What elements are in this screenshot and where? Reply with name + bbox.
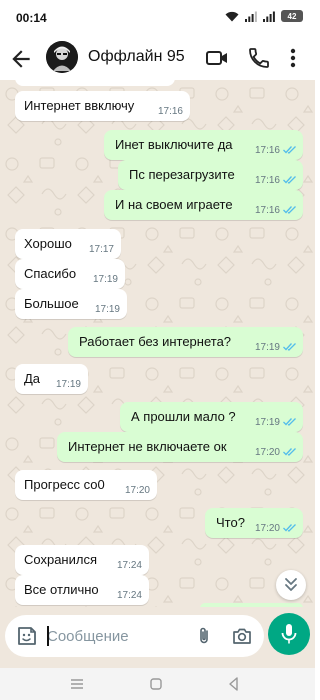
message-outgoing[interactable]: И на своем играете 17:16 — [104, 190, 303, 220]
double-check-icon — [283, 176, 296, 184]
message-incoming[interactable]: Все отлично 17:24 — [15, 575, 149, 605]
message-time: 17:24 — [116, 590, 142, 601]
message-outgoing[interactable]: Что? 17:20 — [205, 508, 303, 538]
message-text: А прошли мало ? — [131, 409, 236, 424]
message-input[interactable] — [47, 624, 187, 648]
system-navigation-bar — [0, 668, 315, 700]
message-text: Да — [24, 371, 41, 386]
message-text: Все отлично — [24, 582, 99, 597]
message-incoming[interactable]: Сохранился 17:24 — [15, 545, 149, 575]
avatar-image — [46, 41, 78, 73]
message-text: Что? — [216, 515, 245, 530]
message-text: И на своем играете — [115, 197, 233, 212]
arrow-left-icon[interactable] — [8, 46, 34, 72]
message-text: Спасибо — [24, 266, 77, 281]
message-outgoing[interactable]: Работает без интернета? 17:19 — [68, 327, 303, 357]
home-icon[interactable] — [146, 674, 166, 694]
text-caret — [47, 626, 49, 646]
double-check-icon — [283, 448, 296, 456]
status-bar: 00:14 42 — [0, 0, 315, 36]
phone-icon[interactable] — [247, 46, 271, 70]
message-time: 17:19 — [254, 417, 280, 428]
scroll-down-button[interactable] — [276, 570, 306, 600]
message-text: Интернет ввключу — [24, 98, 135, 113]
status-time: 00:14 — [16, 11, 47, 25]
message-incoming[interactable]: Спасибо 17:19 — [15, 259, 125, 289]
double-check-icon — [283, 418, 296, 426]
chat-area[interactable]: Интернет ввключу 17:16 Инет выключите да… — [0, 80, 315, 607]
input-bar — [0, 607, 315, 668]
message-time: 17:20 — [254, 447, 280, 458]
message-text: Интернет не включаете ок — [68, 439, 227, 454]
video-camera-icon[interactable] — [205, 46, 229, 70]
message-time: 17:19 — [55, 379, 81, 390]
message-incoming[interactable]: Большое 17:19 — [15, 289, 127, 319]
message-text: Прогресс со0 — [24, 477, 105, 492]
chat-header: Оффлайн 95 — [0, 36, 315, 80]
message-time: 17:16 — [254, 145, 280, 156]
more-vertical-icon[interactable] — [283, 46, 303, 70]
status-icons: 42 — [225, 10, 303, 22]
paperclip-icon[interactable] — [194, 626, 214, 646]
message-time: 17:19 — [92, 274, 118, 285]
message-incoming[interactable]: Прогресс со0 17:20 — [15, 470, 157, 500]
message-text: Пс перезагрузите — [129, 167, 235, 182]
recent-apps-icon[interactable] — [67, 674, 87, 694]
microphone-icon — [281, 624, 297, 644]
message-text: Хорошо — [24, 236, 72, 251]
message-time: 17:19 — [254, 342, 280, 353]
message-time: 17:16 — [157, 106, 183, 117]
battery-indicator: 42 — [281, 10, 303, 22]
camera-icon[interactable] — [231, 625, 253, 647]
double-check-icon — [283, 206, 296, 214]
message-time: 17:17 — [88, 244, 114, 255]
message-time: 17:20 — [124, 485, 150, 496]
signal-icon-1 — [245, 11, 257, 22]
message-time: 17:24 — [116, 560, 142, 571]
signal-icon-2 — [263, 11, 275, 22]
nav-back-icon[interactable] — [224, 674, 244, 694]
message-incoming[interactable]: Да 17:19 — [15, 364, 88, 394]
double-check-icon — [283, 343, 296, 351]
contact-name[interactable]: Оффлайн 95 — [88, 48, 185, 66]
double-chevron-down-icon — [285, 578, 297, 591]
wifi-icon — [225, 11, 239, 21]
partial-message-top — [15, 80, 175, 86]
message-text: Инет выключите да — [115, 137, 233, 152]
message-incoming[interactable]: Хорошо 17:17 — [15, 229, 121, 259]
message-text: Работает без интернета? — [79, 334, 232, 349]
sticker-icon[interactable] — [16, 625, 38, 647]
message-time: 17:16 — [254, 205, 280, 216]
message-text: Сохранился — [24, 552, 97, 567]
message-outgoing[interactable]: А прошли мало ? 17:19 — [120, 402, 303, 432]
double-check-icon — [283, 524, 296, 532]
voice-message-button[interactable] — [268, 613, 310, 655]
double-check-icon — [283, 146, 296, 154]
message-time: 17:20 — [254, 523, 280, 534]
avatar[interactable] — [46, 41, 78, 73]
message-incoming[interactable]: Интернет ввключу 17:16 — [15, 91, 190, 121]
message-time: 17:19 — [94, 304, 120, 315]
message-outgoing[interactable]: Интернет не включаете ок 17:20 — [57, 432, 303, 462]
message-text: Большое — [24, 296, 79, 311]
message-composer[interactable] — [5, 615, 264, 657]
message-outgoing[interactable]: Инет выключите да 17:16 — [104, 130, 303, 160]
message-outgoing[interactable]: Пс перезагрузите 17:16 — [118, 160, 303, 190]
message-time: 17:16 — [254, 175, 280, 186]
